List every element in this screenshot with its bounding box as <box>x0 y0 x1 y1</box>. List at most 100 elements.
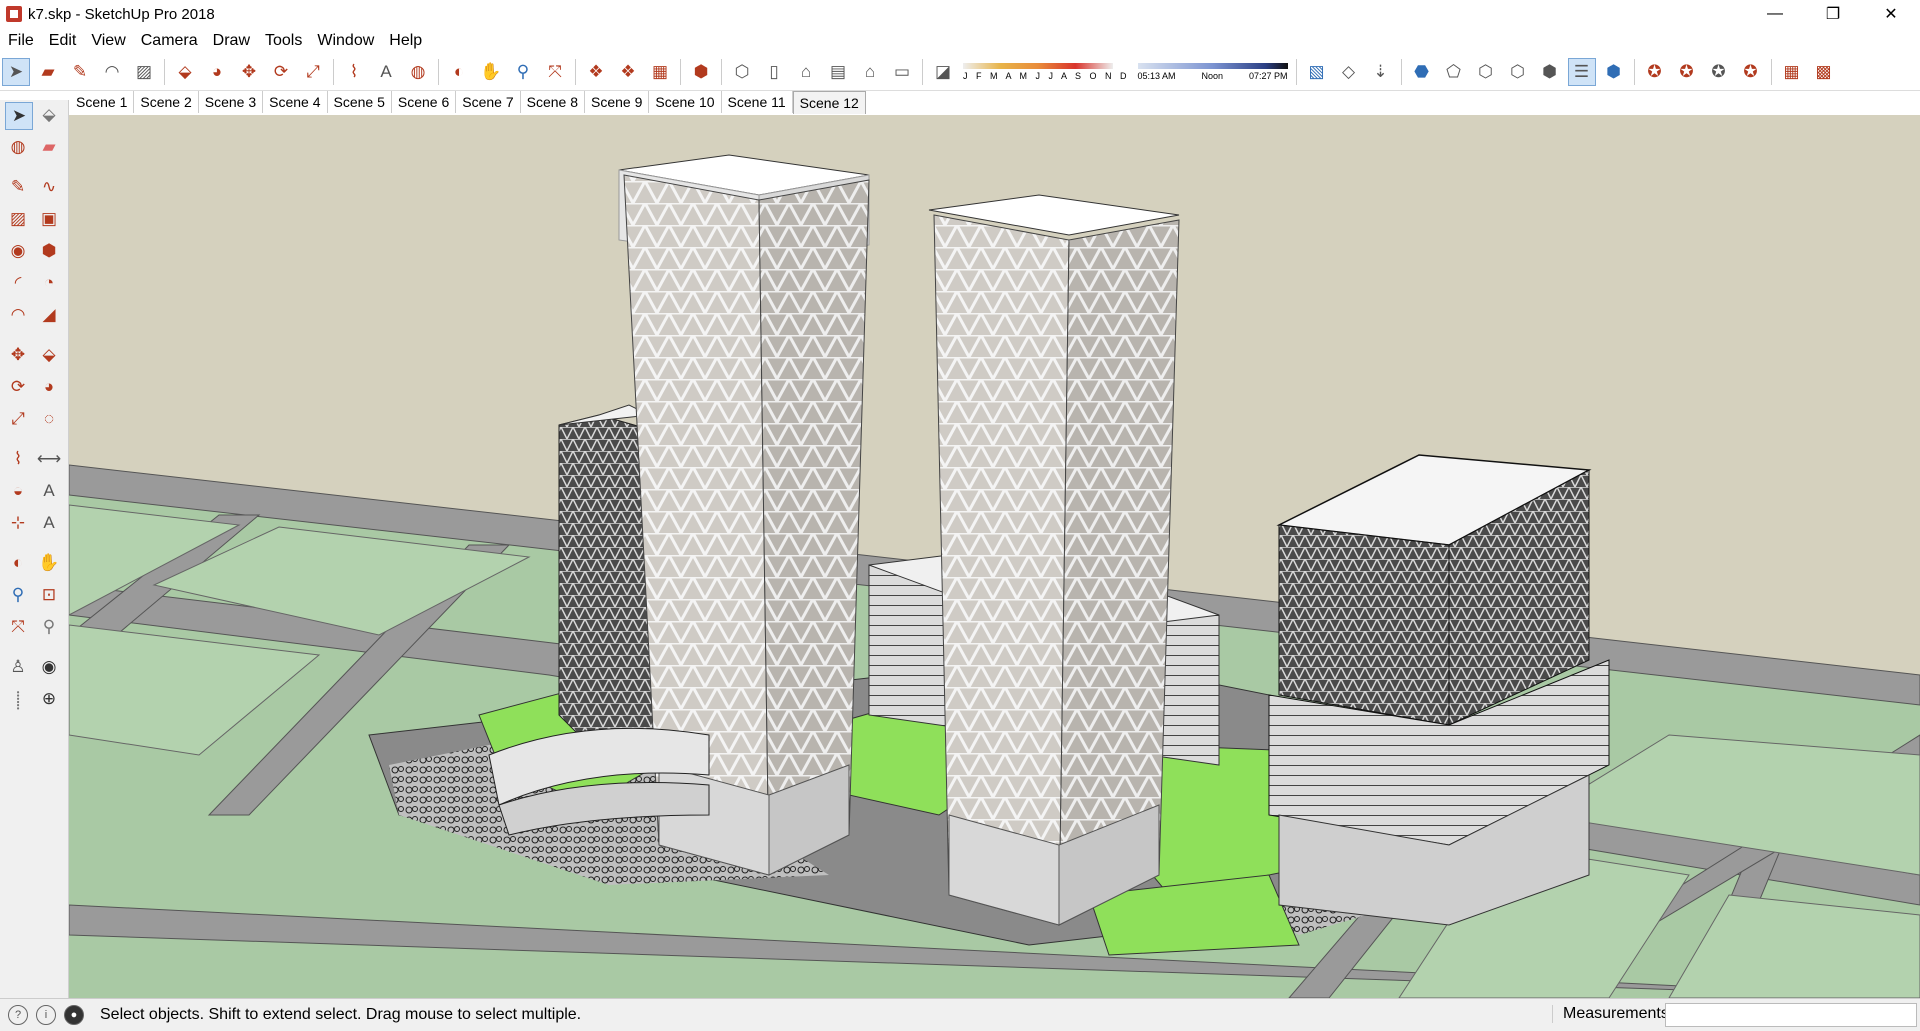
menu-help[interactable]: Help <box>381 32 429 50</box>
section-cut-icon[interactable]: ⇣ <box>1367 58 1395 86</box>
orbit-tool-icon[interactable]: ◐ <box>445 58 473 86</box>
paint-bucket-tool-icon[interactable]: ◍ <box>404 58 432 86</box>
move-tool-icon[interactable]: ✥ <box>235 58 263 86</box>
menu-tools[interactable]: Tools <box>257 32 309 50</box>
section-plane-tool-icon[interactable]: ⊕ <box>36 686 62 712</box>
tab-scene-10[interactable]: Scene 10 <box>649 91 722 113</box>
shadow-month-slider[interactable]: J F M A M J J A S O N D <box>963 63 1130 81</box>
look-around-icon[interactable]: ◉ <box>36 654 62 680</box>
tab-scene-5[interactable]: Scene 5 <box>328 91 392 113</box>
push-pull-tool-icon[interactable]: ⬙ <box>171 58 199 86</box>
tab-scene-1[interactable]: Scene 1 <box>70 91 135 113</box>
extension-e-icon[interactable]: ▦ <box>1778 58 1806 86</box>
three-point-arc-icon[interactable]: ◢ <box>36 302 62 328</box>
scale-icon[interactable]: ⤢ <box>5 406 31 432</box>
tab-scene-12[interactable]: Scene 12 <box>792 90 866 114</box>
rectangle-icon[interactable]: ▨ <box>5 206 31 232</box>
zoom-window-icon[interactable]: ⊡ <box>36 582 62 608</box>
tape-measure-icon[interactable]: ⌇ <box>5 446 31 472</box>
groups-icon[interactable]: ❖ <box>614 58 642 86</box>
eraser-icon[interactable]: ▰ <box>36 134 62 160</box>
walk-icon[interactable]: ⸽ <box>5 686 31 712</box>
protractor-icon[interactable]: ◒ <box>5 478 31 504</box>
rotated-rectangle-icon[interactable]: ▣ <box>36 206 62 232</box>
section-display-icon[interactable]: ◇ <box>1335 58 1363 86</box>
minimize-button[interactable]: — <box>1746 0 1804 28</box>
zoom-tool-icon[interactable]: ⚲ <box>509 58 537 86</box>
measurements-input[interactable] <box>1665 1003 1917 1027</box>
shaded-textures-style-icon[interactable]: ☰ <box>1567 58 1596 86</box>
line-tool-icon[interactable]: ✎ <box>66 58 94 86</box>
credits-icon[interactable]: i <box>36 1005 56 1025</box>
push-pull-icon[interactable]: ⬙ <box>36 342 62 368</box>
wireframe-style-icon[interactable]: ⬡ <box>1472 58 1500 86</box>
follow-me-icon[interactable]: ◕ <box>36 374 62 400</box>
top-view-icon[interactable]: ▯ <box>760 58 788 86</box>
extension-c-icon[interactable]: ✪ <box>1705 58 1733 86</box>
tab-scene-8[interactable]: Scene 8 <box>521 91 585 113</box>
menu-edit[interactable]: Edit <box>41 32 84 50</box>
monochrome-style-icon[interactable]: ⬢ <box>1600 58 1628 86</box>
xray-style-icon[interactable]: ⬣ <box>1408 58 1436 86</box>
arc-tool-icon[interactable]: ◠ <box>98 58 126 86</box>
shadows-toggle-icon[interactable]: ◪ <box>929 58 957 86</box>
back-edges-style-icon[interactable]: ⬠ <box>1440 58 1468 86</box>
extension-f-icon[interactable]: ▩ <box>1810 58 1838 86</box>
pan-icon[interactable]: ✋ <box>36 550 62 576</box>
3d-text-icon[interactable]: A <box>36 510 62 536</box>
extension-d-icon[interactable]: ✪ <box>1737 58 1765 86</box>
tab-scene-3[interactable]: Scene 3 <box>199 91 264 113</box>
warehouse-icon[interactable]: ⬢ <box>687 58 715 86</box>
polygon-icon[interactable]: ⬢ <box>36 238 62 264</box>
user-account-icon[interactable]: ● <box>64 1005 84 1025</box>
freehand-icon[interactable]: ∿ <box>36 174 62 200</box>
rectangle-tool-icon[interactable]: ▨ <box>130 58 158 86</box>
section-plane-icon[interactable]: ▧ <box>1303 58 1331 86</box>
menu-window[interactable]: Window <box>309 32 381 50</box>
select-tool-icon[interactable]: ➤ <box>5 102 33 130</box>
front-view-icon[interactable]: ⌂ <box>792 58 820 86</box>
iso-view-icon[interactable]: ⬡ <box>728 58 756 86</box>
close-button[interactable]: ✕ <box>1862 0 1920 28</box>
menu-file[interactable]: File <box>0 32 41 50</box>
extension-a-icon[interactable]: ✪ <box>1641 58 1669 86</box>
tab-scene-11[interactable]: Scene 11 <box>722 91 793 113</box>
geolocation-icon[interactable]: ? <box>8 1005 28 1025</box>
pie-icon[interactable]: ◔ <box>36 270 62 296</box>
rotate-icon[interactable]: ⟳ <box>5 374 31 400</box>
zoom-extents-icon[interactable]: ⤧ <box>5 614 31 640</box>
select-tool-icon[interactable]: ➤ <box>2 58 30 86</box>
follow-me-tool-icon[interactable]: ◕ <box>203 58 231 86</box>
back-view-icon[interactable]: ⌂ <box>856 58 884 86</box>
paint-bucket-icon[interactable]: ◍ <box>5 134 31 160</box>
eraser-tool-icon[interactable]: ▰ <box>34 58 62 86</box>
rotate-tool-icon[interactable]: ⟳ <box>267 58 295 86</box>
component-tool-icon[interactable]: ⬙ <box>36 102 62 128</box>
left-view-icon[interactable]: ▭ <box>888 58 916 86</box>
position-camera-icon[interactable]: ♙ <box>5 654 31 680</box>
two-point-arc-icon[interactable]: ◠ <box>5 302 31 328</box>
offset-icon[interactable]: ◌ <box>36 406 62 432</box>
tab-scene-4[interactable]: Scene 4 <box>263 91 328 113</box>
text-tool-icon[interactable]: A <box>372 58 400 86</box>
model-viewport[interactable] <box>69 115 1920 998</box>
shadow-time-slider[interactable]: 05:13 AM Noon 07:27 PM <box>1137 63 1288 81</box>
zoom-icon[interactable]: ⚲ <box>5 582 31 608</box>
tab-scene-6[interactable]: Scene 6 <box>392 91 457 113</box>
dimension-icon[interactable]: ⟷ <box>36 446 62 472</box>
zoom-extents-tool-icon[interactable]: ⤧ <box>541 58 569 86</box>
hidden-line-style-icon[interactable]: ⬡ <box>1504 58 1532 86</box>
extension-b-icon[interactable]: ✪ <box>1673 58 1701 86</box>
text-label-icon[interactable]: A <box>36 478 62 504</box>
menu-view[interactable]: View <box>83 32 132 50</box>
shaded-style-icon[interactable]: ⬢ <box>1536 58 1564 86</box>
tab-scene-7[interactable]: Scene 7 <box>456 91 521 113</box>
styles-icon[interactable]: ▦ <box>646 58 674 86</box>
axes-icon[interactable]: ⊹ <box>5 510 31 536</box>
tape-measure-tool-icon[interactable]: ⌇ <box>340 58 368 86</box>
menu-draw[interactable]: Draw <box>205 32 257 50</box>
move-icon[interactable]: ✥ <box>5 342 31 368</box>
pan-tool-icon[interactable]: ✋ <box>477 58 505 86</box>
components-icon[interactable]: ❖ <box>582 58 610 86</box>
previous-view-icon[interactable]: ⚲ <box>36 614 62 640</box>
